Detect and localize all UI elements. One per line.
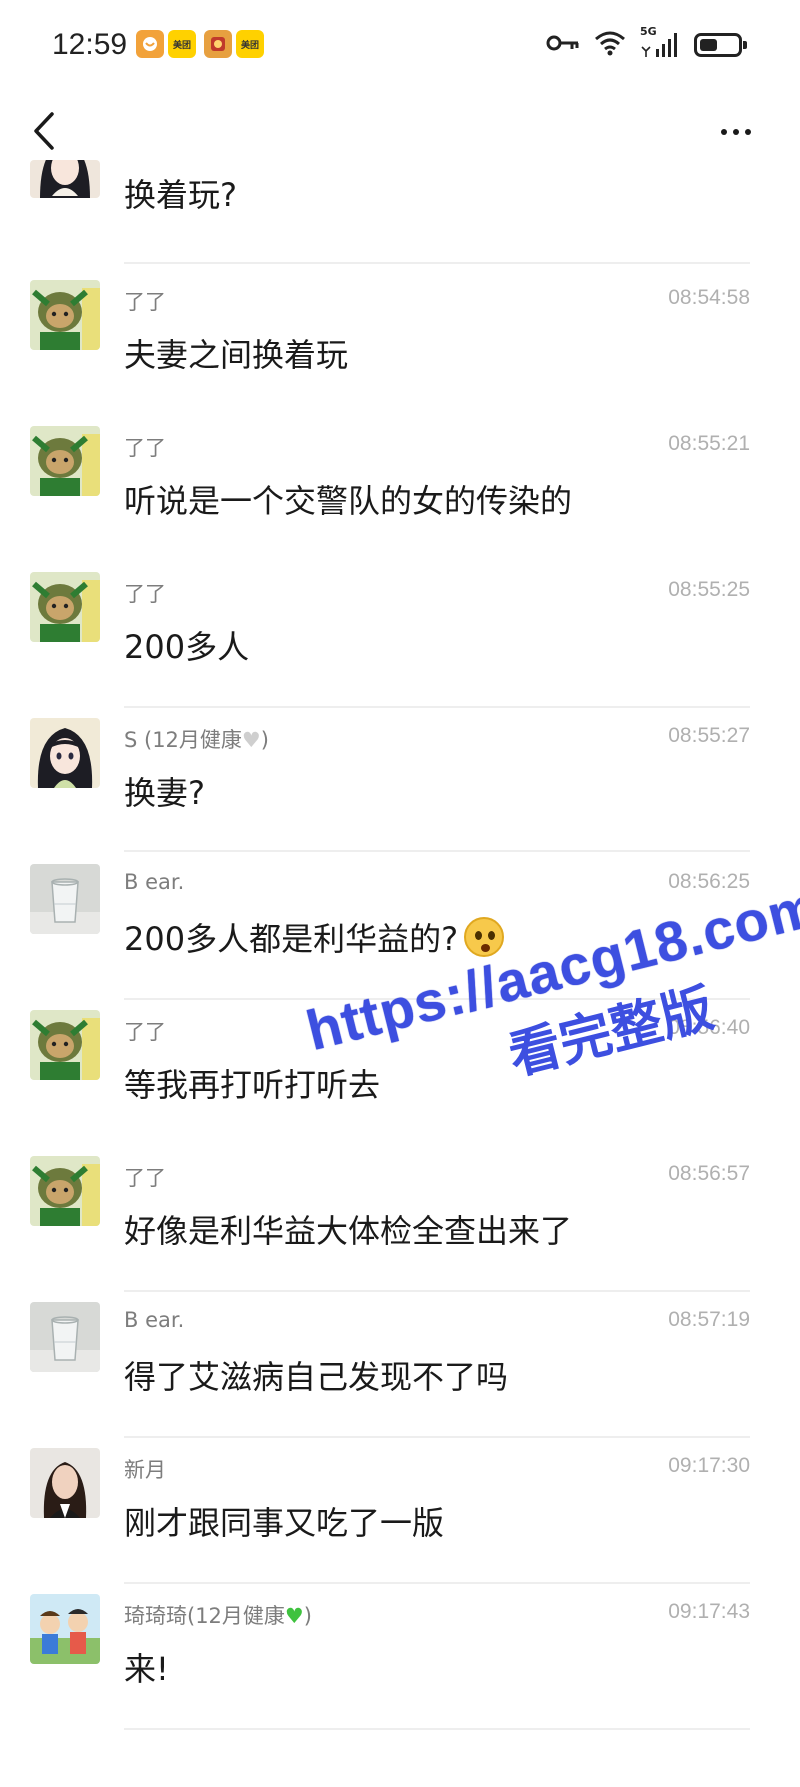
- message-text: 换着玩?: [124, 176, 237, 214]
- avatar[interactable]: [30, 1448, 100, 1518]
- sender-name: S (12月健康♥): [124, 728, 269, 752]
- message-text: 得了艾滋病自己发现不了吗: [124, 1358, 509, 1396]
- message-text: 刚才跟同事又吃了一版: [124, 1504, 445, 1542]
- message-text: 200多人: [124, 628, 250, 666]
- green-heart-icon: ♥: [284, 1604, 304, 1628]
- white-heart-icon: ♥: [241, 728, 261, 752]
- message-time: 08:55:21: [668, 432, 750, 455]
- sender-name: 了了: [124, 436, 166, 460]
- avatar[interactable]: [30, 572, 100, 642]
- avatar[interactable]: [30, 1156, 100, 1226]
- message-text: 夫妻之间换着玩: [124, 336, 349, 374]
- message-time: 09:17:30: [668, 1454, 750, 1477]
- avatar[interactable]: [30, 1010, 100, 1080]
- sender-name: B ear.: [124, 870, 185, 894]
- avatar[interactable]: [30, 426, 100, 496]
- avatar[interactable]: [30, 864, 100, 934]
- message-text: 来!: [124, 1650, 169, 1688]
- message-time: 08:54:58: [668, 286, 750, 309]
- message-item[interactable]: 换着玩?: [0, 118, 800, 264]
- sender-name: 了了: [124, 290, 166, 314]
- message-item[interactable]: 琦琦琦(12月健康♥) 09:17:43 来!: [0, 1578, 800, 1730]
- message-item[interactable]: 新月 09:17:30 刚才跟同事又吃了一版: [0, 1432, 800, 1584]
- message-text: 等我再打听打听去: [124, 1066, 381, 1104]
- message-time: 09:17:43: [668, 1600, 750, 1623]
- sender-name: 新月: [124, 1458, 166, 1482]
- message-item[interactable]: S (12月健康♥) 08:55:27 换妻?: [0, 702, 800, 852]
- message-time: 08:57:19: [668, 1308, 750, 1331]
- sender-name: 了了: [124, 1020, 166, 1044]
- message-list[interactable]: 换着玩? 了了 08:54:58 夫妻之间换着玩 了了 08:55:21 听说是…: [0, 0, 800, 1787]
- message-item[interactable]: 了了 08:54:58 夫妻之间换着玩: [0, 264, 800, 410]
- avatar[interactable]: [30, 1302, 100, 1372]
- message-text: 200多人都是利华益的?: [124, 914, 505, 960]
- sender-name: B ear.: [124, 1308, 185, 1332]
- message-text: 好像是利华益大体检全查出来了: [124, 1212, 573, 1250]
- message-time: 08:55:27: [668, 724, 750, 747]
- message-time: 08:56:57: [668, 1162, 750, 1185]
- divider: [124, 1728, 750, 1730]
- message-text: 换妻?: [124, 774, 205, 812]
- avatar[interactable]: [30, 1594, 100, 1664]
- sender-name: 了了: [124, 1166, 166, 1190]
- sender-name: 了了: [124, 582, 166, 606]
- message-item[interactable]: B ear. 08:57:19 得了艾滋病自己发现不了吗: [0, 1286, 800, 1438]
- message-time: 08:55:25: [668, 578, 750, 601]
- message-text: 听说是一个交警队的女的传染的: [124, 482, 573, 520]
- message-item[interactable]: 了了 08:55:25 200多人: [0, 556, 800, 708]
- sender-name: 琦琦琦(12月健康♥): [124, 1604, 312, 1628]
- avatar[interactable]: [30, 280, 100, 350]
- message-item[interactable]: 了了 08:55:21 听说是一个交警队的女的传染的: [0, 410, 800, 556]
- avatar[interactable]: [30, 160, 100, 198]
- message-item[interactable]: 了了 08:56:57 好像是利华益大体检全查出来了: [0, 1140, 800, 1292]
- avatar[interactable]: [30, 718, 100, 788]
